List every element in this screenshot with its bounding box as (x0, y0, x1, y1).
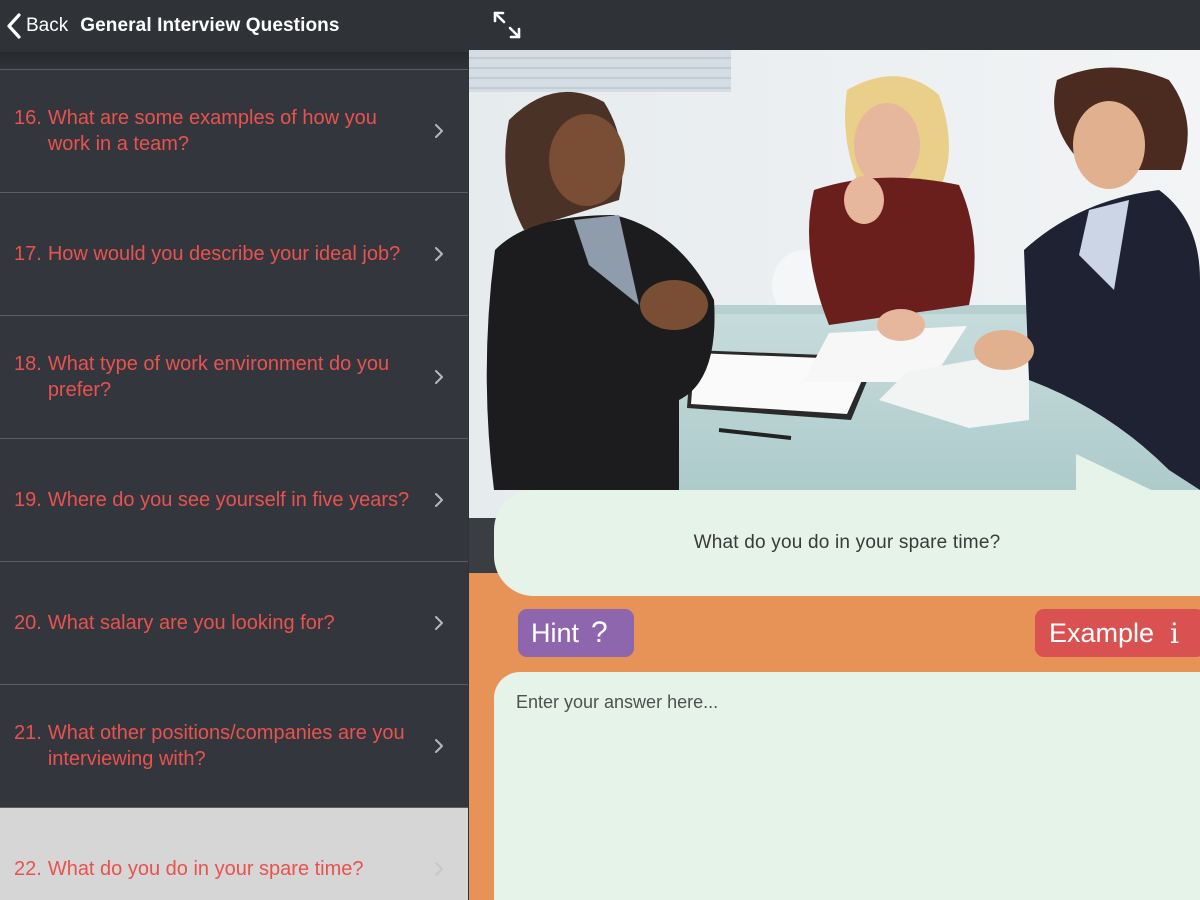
question-label: How would you describe your ideal job? (47, 243, 401, 265)
question-row[interactable]: 16. What are some examples of how you wor… (0, 69, 468, 192)
question-label: What other positions/companies are you i… (47, 722, 405, 770)
info-icon: i (1170, 616, 1180, 650)
current-question-text: What do you do in your spare time? (693, 532, 1001, 553)
chevron-right-icon (435, 370, 443, 384)
question-number: 17. (14, 243, 42, 265)
hint-button[interactable]: Hint ? (518, 609, 634, 657)
chevron-right-icon (435, 616, 443, 630)
chevron-right-icon (435, 124, 443, 138)
expand-arrows-icon[interactable] (491, 9, 523, 41)
question-row-text: 22. What do you do in your spare time? (0, 856, 420, 882)
question-speech-bubble: What do you do in your spare time? (494, 490, 1200, 596)
question-row[interactable]: 21. What other positions/companies are yo… (0, 684, 468, 807)
question-number: 20. (14, 612, 42, 634)
question-row[interactable]: 19. Where do you see yourself in five yea… (0, 438, 468, 561)
example-button[interactable]: Example i (1035, 609, 1200, 657)
back-button[interactable]: Back (4, 0, 68, 52)
question-row-text: 17. How would you describe your ideal job… (0, 241, 420, 267)
question-list-pane: Back General Interview Questions 16. What… (0, 0, 468, 900)
question-label: What type of work environment do you pre… (47, 353, 390, 401)
answer-box (494, 672, 1200, 900)
answer-input[interactable] (494, 672, 1200, 900)
question-label: What are some examples of how you work i… (47, 107, 377, 155)
question-number: 18. (14, 353, 42, 375)
question-mark-icon: ? (591, 616, 608, 649)
chevron-right-icon (435, 739, 443, 753)
back-label: Back (26, 15, 69, 36)
question-number: 22. (14, 858, 42, 880)
question-row[interactable]: 18. What type of work environment do you … (0, 315, 468, 438)
question-row[interactable]: 22. What do you do in your spare time? (0, 807, 468, 900)
question-row-text: 18. What type of work environment do you … (0, 351, 420, 403)
question-list: 16. What are some examples of how you wor… (0, 69, 468, 900)
chevron-right-icon (435, 247, 443, 261)
question-label: What salary are you looking for? (47, 612, 335, 634)
header-divider (0, 52, 468, 69)
interview-photo (469, 50, 1200, 518)
question-detail-pane: What do you do in your spare time? Hint … (469, 0, 1200, 900)
question-row-text: 16. What are some examples of how you wor… (0, 105, 420, 157)
question-number: 19. (14, 489, 42, 511)
question-row-text: 21. What other positions/companies are yo… (0, 720, 420, 772)
left-nav-bar: Back General Interview Questions (0, 0, 468, 52)
right-nav-bar (469, 0, 1200, 50)
question-label: Where do you see yourself in five years? (47, 489, 410, 511)
page-title: General Interview Questions (80, 15, 340, 36)
question-number: 16. (14, 107, 42, 129)
hint-label: Hint (531, 617, 580, 648)
question-row-text: 19. Where do you see yourself in five yea… (0, 487, 420, 513)
chevron-right-icon (435, 493, 443, 507)
question-row[interactable]: 20. What salary are you looking for? (0, 561, 468, 684)
chevron-left-icon (7, 13, 21, 39)
question-row-text: 20. What salary are you looking for? (0, 610, 420, 636)
example-label: Example (1049, 617, 1155, 648)
question-label: What do you do in your spare time? (47, 858, 364, 880)
question-row[interactable]: 17. How would you describe your ideal job… (0, 192, 468, 315)
chevron-right-icon (435, 862, 443, 876)
question-number: 21. (14, 722, 42, 744)
